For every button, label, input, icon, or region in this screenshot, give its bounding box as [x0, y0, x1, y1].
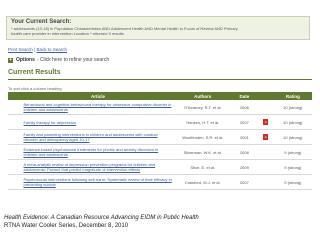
current-search-line-2: health care provider in Intervention Loc…	[11, 31, 124, 36]
current-search-box: Your Current Search: * adolescents (13-1…	[6, 16, 310, 40]
authors-cell: Silverman, W.K. et al.	[174, 144, 231, 160]
article-link[interactable]: A meta-analytic review of depression pre…	[21, 159, 175, 175]
results-title: Current Results	[8, 69, 61, 76]
options-label[interactable]: Options	[16, 57, 35, 63]
table-row: A meta-analytic review of depression pre…	[8, 159, 312, 175]
authors-column-header[interactable]: Authors	[174, 92, 231, 100]
search-links: Print Search | Back to Search	[8, 47, 67, 52]
back-to-search-link[interactable]: Back to Search	[36, 47, 67, 52]
caption-title: Health Evidence: A Canadian Resource Adv…	[4, 215, 199, 221]
date-cell: 2001	[230, 129, 258, 145]
authors-cell: Woolfenden, S.R. et al.	[174, 129, 231, 145]
authors-cell: Crawford, M.J. et al.	[174, 174, 231, 190]
caption-subtitle: RTNA Water Cooler Series, December 8, 20…	[4, 223, 129, 229]
date-cell: 2008	[230, 144, 258, 160]
sort-hint: To sort click a column heading	[8, 86, 62, 91]
date-cell: 2006	[230, 100, 258, 115]
options-text: - Click here to refine your search	[36, 57, 110, 63]
select-column-header	[8, 92, 22, 100]
results-header-row: Article Authors Date Rating	[8, 92, 312, 100]
article-column-header[interactable]: Article	[21, 92, 175, 100]
table-row: Family and parenting interventions in ch…	[8, 129, 312, 145]
date-column-header[interactable]: Date	[230, 92, 258, 100]
date-cell: 2007	[230, 114, 258, 130]
article-link[interactable]: Family and parenting interventions in ch…	[21, 129, 175, 145]
rating-cell: 10 (strong)	[273, 129, 312, 145]
pdf-icon[interactable]: A	[263, 119, 269, 125]
table-row: Evidence-based psychosocial treatments f…	[8, 144, 312, 160]
page: Your Current Search: * adolescents (13-1…	[0, 0, 320, 240]
pdf-icon[interactable]: A	[263, 134, 269, 140]
authors-cell: Stice, E. et al.	[174, 159, 231, 175]
results-divider	[8, 79, 312, 80]
table-row: Family therapy for depression Henken, H.…	[8, 114, 312, 130]
article-link[interactable]: Family therapy for depression	[21, 114, 175, 130]
expand-plus-icon[interactable]: +	[8, 57, 13, 63]
presentation-caption: Health Evidence: A Canadian Resource Adv…	[0, 214, 320, 240]
rating-cell: 10 (strong)	[273, 114, 312, 130]
date-cell: 2007	[230, 174, 258, 190]
results-table: Article Authors Date Rating Behavioural …	[8, 92, 312, 190]
article-link[interactable]: Evidence-based psychosocial treatments f…	[21, 144, 175, 160]
pdf-column-header	[257, 92, 274, 100]
rating-column-header[interactable]: Rating	[273, 92, 312, 100]
article-link[interactable]: Psychosocial interventions following sel…	[21, 174, 175, 190]
rating-cell: 9 (strong)	[273, 159, 312, 175]
rating-cell: 9 (strong)	[273, 144, 312, 160]
print-search-link[interactable]: Print Search	[8, 47, 33, 52]
rating-cell: 9 (strong)	[273, 174, 312, 190]
authors-cell: O'Kearney, R.T. et al.	[174, 100, 231, 115]
article-link[interactable]: Behavioural and cognitive-behavioural th…	[21, 100, 175, 115]
table-row: Behavioural and cognitive-behavioural th…	[8, 100, 312, 115]
date-cell: 2009	[230, 159, 258, 175]
rating-cell: 10 (strong)	[273, 100, 312, 115]
table-row: Psychosocial interventions following sel…	[8, 174, 312, 190]
authors-cell: Henken, H.T. et al.	[174, 114, 231, 130]
options-row[interactable]: + Options - Click here to refine your se…	[8, 57, 109, 63]
current-search-title: Your Current Search:	[11, 19, 72, 25]
